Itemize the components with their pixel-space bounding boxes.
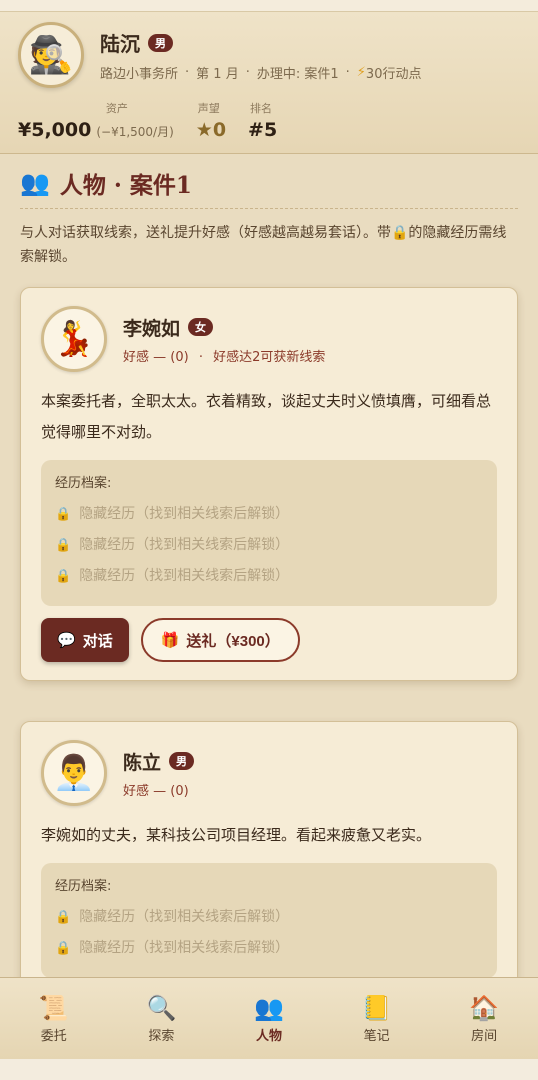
nav-label: 房间 (471, 1029, 498, 1044)
lock-icon: 🔒 (55, 569, 72, 584)
lock-icon: 🔒 (55, 941, 72, 956)
player-gender-badge: 男 (148, 33, 173, 52)
case-status: 办理中: 案件1 (256, 67, 339, 82)
lock-icon: 🔒 (55, 910, 72, 925)
player-stats: 资产 ¥5,000 (−¥1,500/月) 声望 ★0 排名 #5 (18, 100, 520, 141)
nav-label: 笔记 (363, 1029, 390, 1044)
nav-label: 人物 (255, 1029, 282, 1044)
player-info: 陆沉 男 路边小事务所 · 第 1 月 · 办理中: 案件1 · ⚡ 30行动点 (100, 28, 421, 82)
character-header: 👨‍💼 陈立 男 好感 — (0) (41, 740, 497, 806)
character-header: 💃 李婉如 女 好感 — (0) · 好感达2可获新线索 (41, 306, 497, 372)
scroll-icon: 📜 (38, 994, 69, 1022)
history-item-label: 隐藏经历（找到相关线索后解锁） (79, 909, 290, 925)
reputation-stat: 声望 ★0 (196, 100, 226, 141)
nav-tab-characters[interactable]: 👥 人物 (229, 993, 309, 1044)
character-name-row: 李婉如 女 (123, 314, 325, 341)
nav-label: 委托 (40, 1029, 67, 1044)
history-item-label: 隐藏经历（找到相关线索后解锁） (79, 568, 290, 584)
speech-bubble-icon: 💬 (57, 632, 76, 649)
player-profile: 🕵️ 陆沉 男 路边小事务所 · 第 1 月 · 办理中: 案件1 · ⚡ 30… (18, 22, 520, 88)
house-icon: 🏠 (469, 994, 500, 1022)
history-item-label: 隐藏经历（找到相关线索后解锁） (79, 537, 290, 553)
history-title: 经历档案: (55, 879, 112, 894)
player-header: 🕵️ 陆沉 男 路边小事务所 · 第 1 月 · 办理中: 案件1 · ⚡ 30… (0, 12, 538, 154)
reputation-value: ★0 (195, 119, 227, 141)
history-item-label: 隐藏经历（找到相关线索后解锁） (79, 940, 290, 956)
history-item-label: 隐藏经历（找到相关线索后解锁） (79, 506, 290, 522)
gift-icon: 🎁 (160, 632, 180, 649)
favor-row: 好感 — (0) · 好感达2可获新线索 (123, 346, 325, 365)
rank-value: #5 (248, 119, 278, 141)
bottom-nav: 📜 委托 🔍 探索 👥 人物 📒 笔记 🏠 房间 (0, 977, 538, 1059)
characters-page: 👥 人物 · 案件1 与人对话获取线索，送礼提升好感（好感越高越易套话）。带🔒的… (0, 154, 538, 997)
office-worker-icon: 👨‍💼 (41, 740, 107, 806)
favor-row: 好感 — (0) (123, 780, 194, 799)
assets-value-row: ¥5,000 (−¥1,500/月) (18, 119, 174, 141)
office-name: 路边小事务所 (100, 67, 179, 82)
rank-label: 排名 (250, 102, 273, 115)
history-panel: 经历档案: 🔒 隐藏经历（找到相关线索后解锁） 🔒 隐藏经历（找到相关线索后解锁… (41, 460, 497, 606)
favor-value: 好感 — (0) (123, 349, 189, 365)
locked-history-item: 🔒 隐藏经历（找到相关线索后解锁） (55, 561, 483, 592)
player-name-row: 陆沉 男 (100, 28, 421, 57)
notebook-icon: 📒 (361, 994, 392, 1022)
talk-button[interactable]: 💬 对话 (41, 618, 129, 662)
separator-dot: · (245, 65, 250, 80)
rank-stat: 排名 #5 (248, 100, 277, 141)
detective-avatar-icon[interactable]: 🕵️ (18, 22, 84, 88)
browser-url-bar (0, 0, 538, 12)
assets-stat: 资产 ¥5,000 (−¥1,500/月) (18, 100, 174, 141)
player-name: 陆沉 (100, 32, 140, 56)
character-info: 陈立 男 好感 — (0) (123, 748, 195, 799)
action-points: 30行动点 (365, 67, 422, 82)
people-icon: 👥 (254, 994, 284, 1022)
dancer-icon: 💃 (41, 306, 107, 372)
nav-tab-room[interactable]: 🏠 房间 (444, 993, 524, 1044)
section-header: 👥 人物 · 案件1 (20, 166, 518, 209)
nav-label: 探索 (148, 1029, 175, 1044)
assets-value: ¥5,000 (18, 119, 92, 141)
locked-history-item: 🔒 隐藏经历（找到相关线索后解锁） (55, 530, 483, 561)
character-name: 陈立 (123, 751, 162, 774)
reputation-label: 声望 (197, 102, 220, 115)
card-actions: 💬 对话 🎁 送礼（¥300） (41, 618, 497, 662)
character-gender-badge: 男 (169, 752, 195, 770)
separator-dot: · (198, 349, 203, 365)
separator-dot: · (185, 65, 190, 80)
favor-value: 好感 — (0) (123, 783, 189, 799)
lock-icon: 🔒 (55, 538, 72, 553)
character-name: 李婉如 (123, 317, 181, 340)
gift-button-label: 送礼（¥300） (186, 632, 280, 650)
page-title: 人物 · 案件1 (59, 172, 192, 199)
section-intro: 与人对话获取线索，送礼提升好感（好感越高越易套话）。带🔒的隐藏经历需线索解锁。 (20, 225, 507, 265)
month-indicator: 第 1 月 (196, 67, 239, 82)
lightning-icon: ⚡ (356, 65, 366, 80)
locked-history-item: 🔒 隐藏经历（找到相关线索后解锁） (55, 499, 483, 530)
character-name-row: 陈立 男 (123, 748, 195, 775)
favor-hint: 好感达2可获新线索 (213, 349, 326, 365)
separator-dot: · (345, 65, 350, 80)
history-title: 经历档案: (55, 476, 112, 491)
player-status-row: 路边小事务所 · 第 1 月 · 办理中: 案件1 · ⚡ 30行动点 (100, 63, 421, 82)
character-gender-badge: 女 (188, 318, 214, 336)
character-description: 李婉如的丈夫，某科技公司项目经理。看起来疲惫又老实。 (41, 826, 432, 844)
nav-tab-notes[interactable]: 📒 笔记 (337, 993, 417, 1044)
history-panel: 经历档案: 🔒 隐藏经历（找到相关线索后解锁） 🔒 隐藏经历（找到相关线索后解锁… (41, 863, 497, 978)
magnifier-icon: 🔍 (146, 994, 177, 1022)
nav-tab-explore[interactable]: 🔍 探索 (121, 993, 201, 1044)
character-card: 👨‍💼 陈立 男 好感 — (0) 李婉如的丈夫，某科技公司项目经理。看起来疲惫… (20, 721, 518, 997)
talk-button-label: 对话 (82, 632, 113, 650)
people-icon: 👥 (20, 169, 50, 197)
gift-button[interactable]: 🎁 送礼（¥300） (140, 618, 300, 662)
lock-icon: 🔒 (55, 507, 72, 522)
nav-tab-commission[interactable]: 📜 委托 (14, 993, 94, 1044)
character-info: 李婉如 女 好感 — (0) · 好感达2可获新线索 (123, 314, 325, 365)
assets-label: 资产 (105, 102, 128, 115)
system-bottom-bar (0, 1059, 538, 1080)
character-card: 💃 李婉如 女 好感 — (0) · 好感达2可获新线索 本案委托者，全职太太。… (20, 287, 518, 681)
locked-history-item: 🔒 隐藏经历（找到相关线索后解锁） (55, 933, 483, 964)
character-description: 本案委托者，全职太太。衣着精致，谈起丈夫时义愤填膺，可细看总觉得哪里不对劲。 (41, 392, 492, 441)
locked-history-item: 🔒 隐藏经历（找到相关线索后解锁） (55, 902, 483, 933)
assets-change: (−¥1,500/月) (96, 125, 174, 139)
